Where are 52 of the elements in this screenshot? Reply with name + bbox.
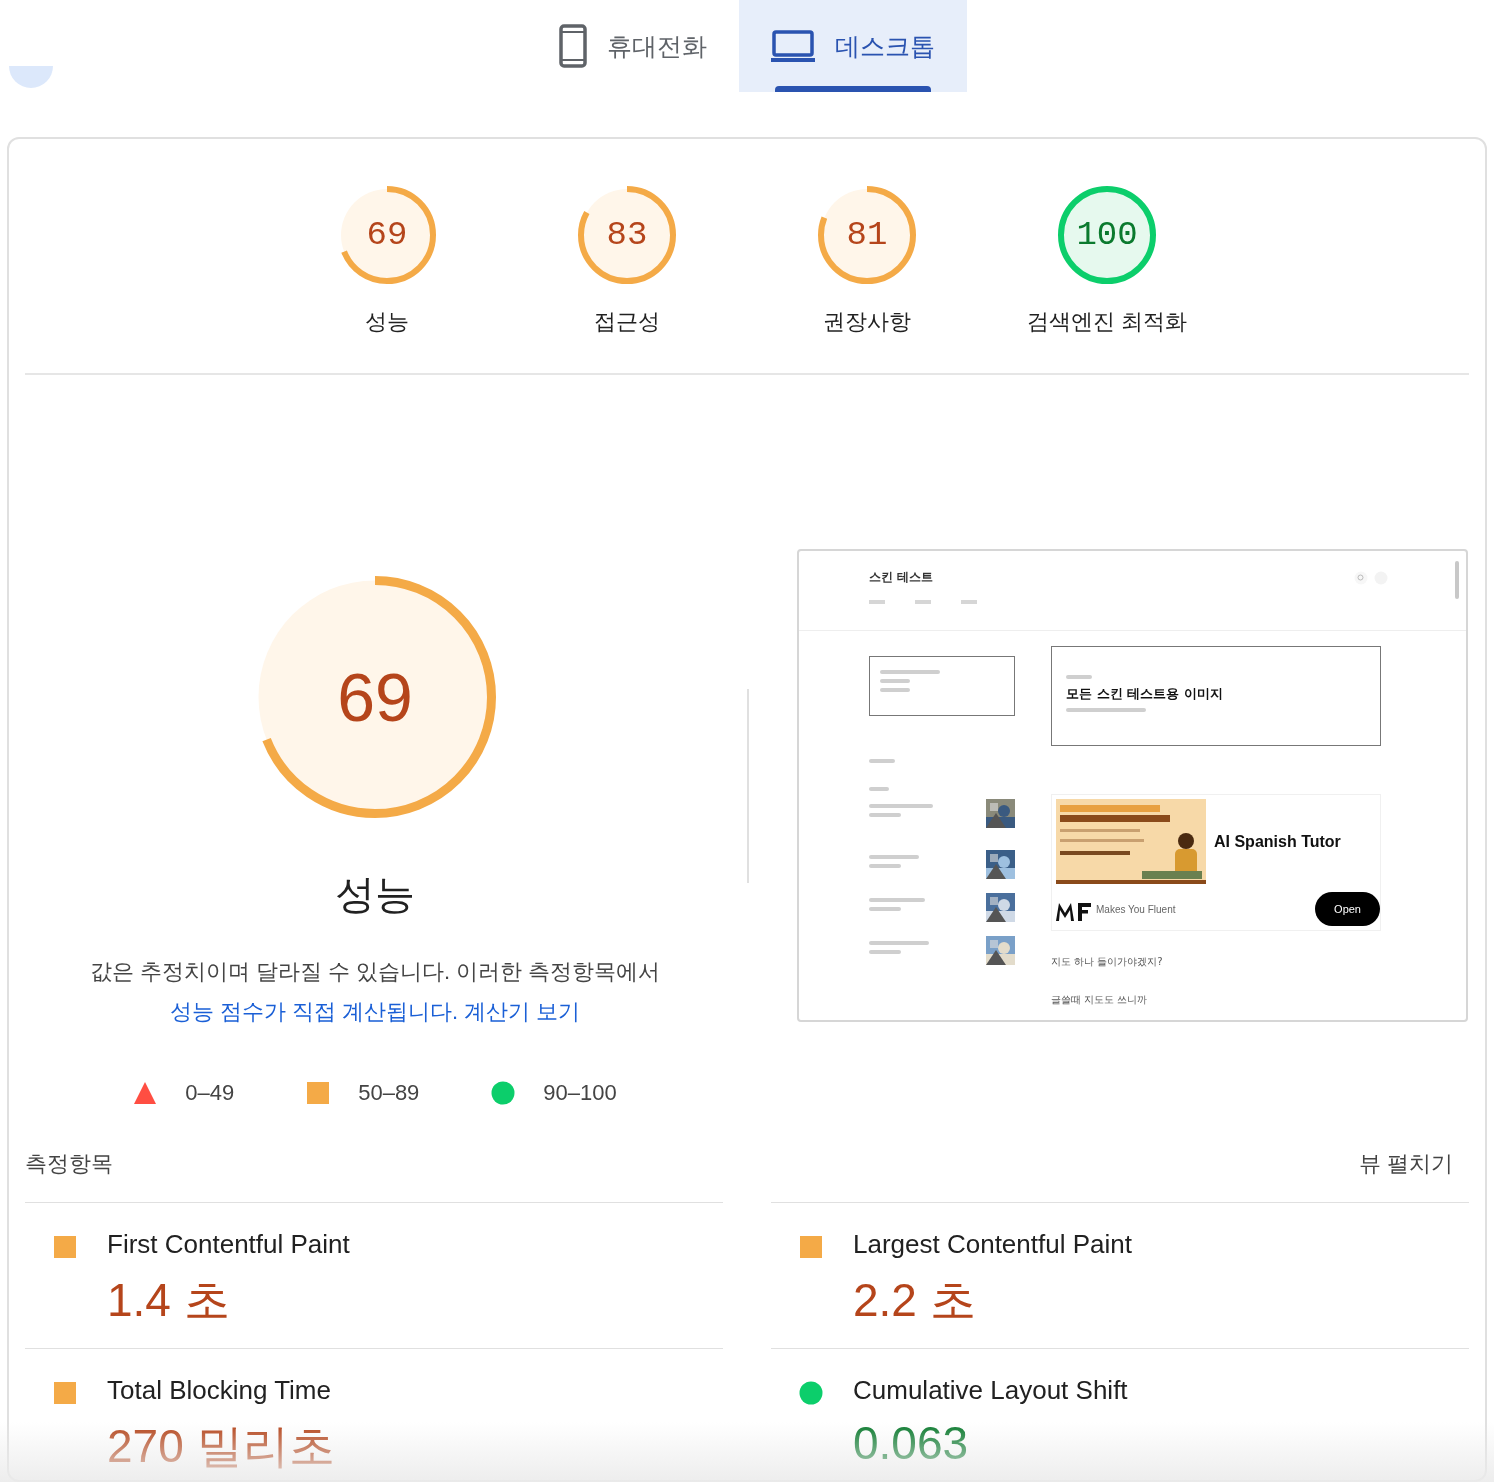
device-tab[interactable]: 데스크톱 (739, 0, 967, 92)
text-link[interactable]: 성능 점수가 직접 계산됩니다. (169, 999, 459, 1024)
blurred-text (869, 950, 901, 954)
blurred-text (869, 864, 901, 868)
category-label[interactable]: 검색엔진 최적화 (1026, 307, 1188, 337)
metric-value: 0.063 (853, 1416, 970, 1470)
device-tab[interactable]: 휴대전화 (527, 0, 739, 92)
phone-icon (559, 24, 587, 68)
score-value: 69 (366, 216, 408, 254)
legend-range: 50–89 (358, 1080, 420, 1106)
site-title: 스킨 테스트 (869, 569, 934, 586)
blurred-text (869, 759, 895, 763)
post-link[interactable]: 글쓸때 지도도 쓰니까 (1051, 993, 1381, 1007)
blurred-text (869, 813, 901, 817)
text-link[interactable]: 계산기 보기 (464, 999, 581, 1024)
blurred-text (869, 855, 919, 859)
blurred-text (869, 941, 929, 945)
metric-name: Largest Contentful Paint (853, 1229, 1132, 1260)
score-value: 81 (846, 216, 888, 254)
category-label[interactable]: 권장사항 (823, 307, 911, 337)
legend-range: 0–49 (185, 1080, 235, 1106)
scrollbar[interactable] (1455, 561, 1459, 599)
post-title: 모든 스킨 테스트용 이미지 (1066, 685, 1224, 703)
metric-name: Cumulative Layout Shift (853, 1375, 1128, 1406)
description-text: 값은 추정치이며 달라질 수 있습니다. 이러한 측정항목에서 성능 점수가 직접 계산됩니다. 계산기 보기 (88, 958, 662, 1026)
blurred-text (869, 804, 933, 808)
category-title: 성능 (335, 871, 415, 918)
search-icon (1354, 571, 1368, 585)
metric-value: 2.2 초 (853, 1273, 977, 1328)
score-value: 83 (606, 216, 648, 254)
metric-value: 1.4 초 (107, 1273, 231, 1328)
blurred-text (869, 787, 889, 791)
open-button[interactable]: Open (1315, 892, 1380, 926)
metric-value: 270 밀리초 (107, 1419, 335, 1474)
score-value: 69 (337, 659, 413, 735)
blurred-text (961, 600, 977, 604)
blurred-text (869, 600, 885, 604)
blurred-text (915, 600, 931, 604)
category-label[interactable]: 성능 (365, 307, 409, 337)
laptop-icon (771, 29, 815, 63)
legend-range: 90–100 (543, 1080, 617, 1106)
blurred-text (869, 898, 925, 902)
ad-title: AI Spanish Tutor (1214, 832, 1341, 851)
metric-name: First Contentful Paint (107, 1229, 350, 1260)
metric-name: Total Blocking Time (107, 1375, 332, 1406)
expand-view-toggle[interactable]: 뷰 펼치기 (1358, 1149, 1453, 1179)
category-label[interactable]: 접근성 (594, 307, 660, 337)
blurred-text (869, 907, 901, 911)
score-value: 100 (1076, 216, 1138, 254)
post-link[interactable]: 지도 하나 들이가야겠지? (1051, 955, 1381, 969)
ad-tagline: Makes You Fluent (1096, 903, 1177, 915)
section-title: 측정항목 (25, 1150, 113, 1178)
